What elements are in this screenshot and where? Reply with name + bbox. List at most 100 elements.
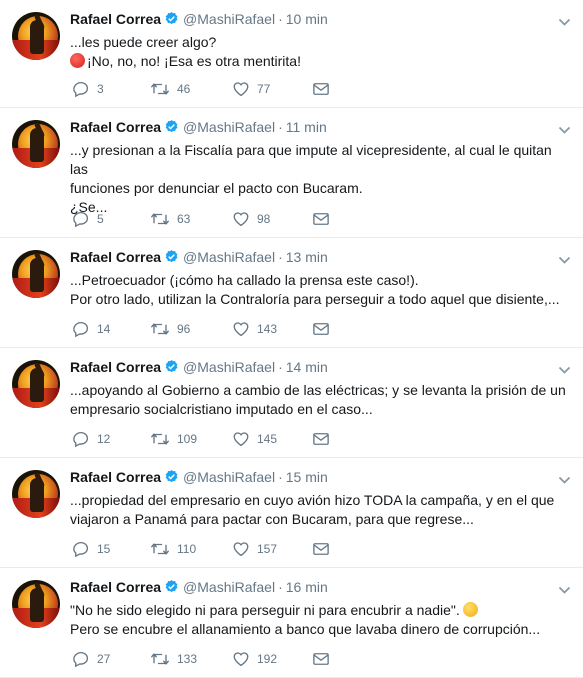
tweet-text: ...propiedad del empresario en cuyo avió…: [70, 491, 573, 529]
envelope-icon: [313, 433, 329, 445]
like-button[interactable]: 157: [232, 539, 277, 559]
tweet-text-line: Pero se encubre el allanamiento a banco …: [70, 621, 541, 637]
author-handle[interactable]: @MashiRafael: [183, 469, 275, 485]
tweet-text-line-with-emoji: ¡No, no, no! ¡Esa es otra mentirita!: [70, 52, 573, 71]
reply-count: 14: [97, 322, 111, 336]
tweet[interactable]: Rafael Correa @MashiRafael · 14 min ...apoy…: [0, 348, 583, 458]
tweet-text-line: Por otro lado, utilizan la Contraloría p…: [70, 291, 560, 307]
tweet-text-line: "No he sido elegido ni para perseguir ni…: [70, 602, 460, 618]
avatar[interactable]: [12, 360, 60, 408]
reply-button[interactable]: 15: [72, 539, 110, 559]
separator-dot: ·: [278, 249, 283, 265]
thinking-face-emoji-icon: [462, 602, 478, 617]
author-name[interactable]: Rafael Correa: [70, 11, 161, 27]
like-count: 77: [257, 82, 271, 96]
retweet-icon: [151, 323, 169, 335]
like-button[interactable]: 77: [232, 79, 270, 99]
reply-count: 27: [97, 652, 111, 666]
author-handle[interactable]: @MashiRafael: [183, 119, 275, 135]
retweet-button[interactable]: 46: [150, 79, 190, 99]
tweet-actions: 12 109 145: [70, 429, 340, 449]
retweet-icon: [151, 653, 169, 665]
avatar[interactable]: [12, 580, 60, 628]
author-name[interactable]: Rafael Correa: [70, 579, 161, 595]
tweet-text-line: viajaron a Panamá para pactar con Bucara…: [70, 511, 474, 527]
like-button[interactable]: 98: [232, 209, 270, 229]
tweet-timestamp[interactable]: 13 min: [286, 249, 328, 265]
author-handle[interactable]: @MashiRafael: [183, 359, 275, 375]
tweet-text-line: empresario socialcristiano imputado en e…: [70, 401, 373, 417]
direct-message-button[interactable]: [312, 79, 330, 99]
reply-button[interactable]: 5: [72, 209, 104, 229]
retweet-count: 46: [177, 82, 191, 96]
heart-icon: [233, 212, 249, 227]
separator-dot: ·: [278, 359, 283, 375]
heart-icon: [233, 432, 249, 447]
retweet-button[interactable]: 109: [150, 429, 197, 449]
tweet-timestamp[interactable]: 16 min: [286, 579, 328, 595]
chevron-down-icon[interactable]: [558, 582, 571, 600]
tweet-header: Rafael Correa @MashiRafael · 15 min: [70, 468, 573, 488]
retweet-button[interactable]: 133: [150, 649, 197, 669]
chevron-down-icon[interactable]: [558, 14, 571, 32]
like-button[interactable]: 192: [232, 649, 277, 669]
separator-dot: ·: [278, 119, 283, 135]
retweet-button[interactable]: 110: [150, 539, 196, 559]
reply-button[interactable]: 14: [72, 319, 110, 339]
like-count: 143: [257, 322, 278, 336]
direct-message-button[interactable]: [312, 539, 330, 559]
avatar[interactable]: [12, 12, 60, 60]
chevron-down-icon[interactable]: [558, 122, 571, 140]
tweet-actions: 5 63 98: [70, 209, 340, 229]
tweet[interactable]: Rafael Correa @MashiRafael · 13 min ...Petr…: [0, 238, 583, 348]
chevron-down-icon[interactable]: [558, 362, 571, 380]
tweet-timestamp[interactable]: 15 min: [286, 469, 328, 485]
envelope-icon: [313, 213, 329, 225]
envelope-icon: [313, 543, 329, 555]
author-name[interactable]: Rafael Correa: [70, 119, 161, 135]
author-handle[interactable]: @MashiRafael: [183, 249, 275, 265]
direct-message-button[interactable]: [312, 429, 330, 449]
tweet-text-line: ...Petroecuador (¡cómo ha callado la pre…: [70, 272, 419, 288]
reply-button[interactable]: 3: [72, 79, 104, 99]
chevron-down-icon[interactable]: [558, 472, 571, 490]
avatar[interactable]: [12, 250, 60, 298]
direct-message-button[interactable]: [312, 209, 330, 229]
tweet-timestamp[interactable]: 11 min: [286, 119, 327, 135]
author-handle[interactable]: @MashiRafael: [183, 11, 275, 27]
retweet-icon: [151, 83, 169, 95]
author-name[interactable]: Rafael Correa: [70, 469, 161, 485]
like-count: 157: [257, 542, 278, 556]
author-handle[interactable]: @MashiRafael: [183, 579, 275, 595]
author-name[interactable]: Rafael Correa: [70, 249, 161, 265]
tweet[interactable]: Rafael Correa @MashiRafael · 11 min ...y pr…: [0, 108, 583, 238]
author-name[interactable]: Rafael Correa: [70, 359, 161, 375]
like-button[interactable]: 143: [232, 319, 277, 339]
tweet[interactable]: Rafael Correa @MashiRafael · 10 min ...les …: [0, 0, 583, 108]
heart-icon: [233, 542, 249, 557]
tweet-content: Rafael Correa @MashiRafael · 16 min "No he …: [70, 578, 573, 639]
reply-icon: [73, 541, 89, 558]
verified-badge-icon: [164, 579, 179, 598]
tweet-content: Rafael Correa @MashiRafael · 10 min ...les …: [70, 10, 573, 71]
tweet-actions: 27 133 192: [70, 649, 340, 669]
direct-message-button[interactable]: [312, 319, 330, 339]
verified-badge-icon: [164, 359, 179, 378]
heart-icon: [233, 322, 249, 337]
like-count: 145: [257, 432, 278, 446]
reply-button[interactable]: 12: [72, 429, 110, 449]
like-button[interactable]: 145: [232, 429, 277, 449]
reply-button[interactable]: 27: [72, 649, 110, 669]
avatar[interactable]: [12, 470, 60, 518]
direct-message-button[interactable]: [312, 649, 330, 669]
reply-icon: [73, 651, 89, 668]
tweet[interactable]: Rafael Correa @MashiRafael · 15 min ...prop…: [0, 458, 583, 568]
retweet-button[interactable]: 63: [150, 209, 190, 229]
retweet-button[interactable]: 96: [150, 319, 190, 339]
chevron-down-icon[interactable]: [558, 252, 571, 270]
tweet-timestamp[interactable]: 10 min: [286, 11, 328, 27]
tweet[interactable]: Rafael Correa @MashiRafael · 16 min "No he …: [0, 568, 583, 678]
tweet-timestamp[interactable]: 14 min: [286, 359, 328, 375]
separator-dot: ·: [278, 469, 283, 485]
avatar[interactable]: [12, 120, 60, 168]
